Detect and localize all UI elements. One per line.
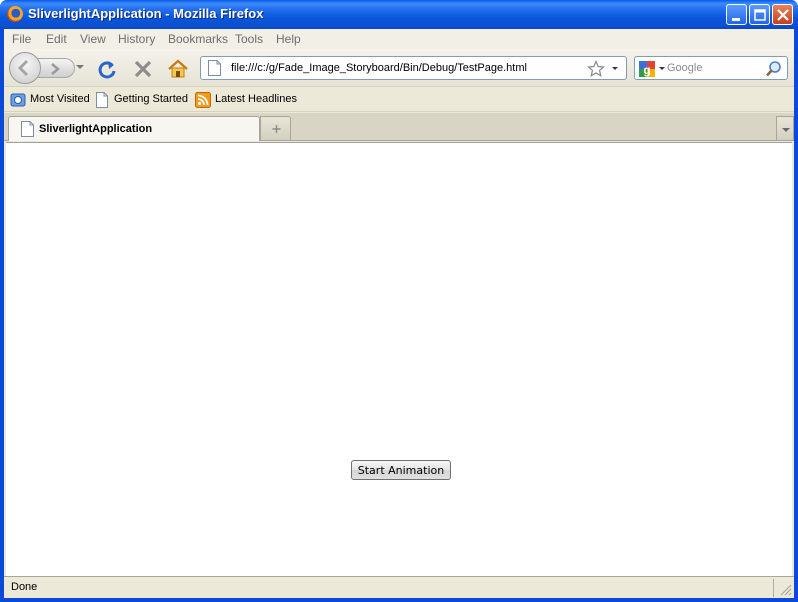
- most-visited-icon: [10, 93, 26, 107]
- menu-bookmarks[interactable]: Bookmarks: [168, 32, 228, 46]
- search-engine-dropdown-icon[interactable]: [659, 67, 665, 70]
- firefox-icon[interactable]: [7, 6, 23, 22]
- close-icon: [777, 9, 789, 21]
- back-forward-group: [9, 52, 87, 84]
- tab-list-button[interactable]: [776, 116, 794, 140]
- history-dropdown-icon[interactable]: [76, 65, 84, 69]
- browser-window: SliverlightApplication - Mozilla Firefox…: [0, 0, 798, 602]
- address-bar[interactable]: file:///c:/g/Fade_Image_Storyboard/Bin/D…: [200, 56, 627, 80]
- bookmark-label: Latest Headlines: [215, 93, 297, 105]
- page-icon: [96, 92, 108, 108]
- browser-client-area: File Edit View History Bookmarks Tools H…: [4, 29, 794, 598]
- menu-bar: File Edit View History Bookmarks Tools H…: [4, 29, 794, 49]
- stop-button[interactable]: [132, 58, 154, 80]
- tab-active[interactable]: SliverlightApplication: [8, 116, 260, 141]
- close-button[interactable]: [772, 4, 793, 25]
- reload-icon: [98, 61, 116, 79]
- tab-strip: SliverlightApplication: [4, 113, 794, 141]
- menu-tools[interactable]: Tools: [235, 32, 263, 46]
- search-input[interactable]: [667, 59, 763, 77]
- menu-history[interactable]: History: [118, 32, 155, 46]
- svg-text:g: g: [643, 63, 650, 77]
- tab-label: SliverlightApplication: [39, 123, 153, 135]
- menu-view[interactable]: View: [80, 32, 106, 46]
- home-icon: [168, 59, 188, 78]
- google-icon[interactable]: g: [638, 60, 656, 78]
- magnifier-icon[interactable]: [765, 60, 783, 78]
- minimize-button[interactable]: [726, 4, 747, 25]
- stop-icon: [134, 60, 152, 78]
- navigation-toolbar: file:///c:/g/Fade_Image_Storyboard/Bin/D…: [4, 49, 794, 87]
- status-bar: Done: [4, 576, 794, 598]
- url-text[interactable]: file:///c:/g/Fade_Image_Storyboard/Bin/D…: [231, 62, 527, 74]
- bookmark-label: Most Visited: [30, 93, 90, 105]
- title-bar[interactable]: SliverlightApplication - Mozilla Firefox: [0, 0, 798, 29]
- url-history-dropdown-icon[interactable]: [612, 67, 618, 70]
- search-bar: g: [634, 56, 788, 80]
- window-title: SliverlightApplication - Mozilla Firefox: [28, 6, 264, 21]
- forward-button[interactable]: [35, 58, 75, 78]
- page-icon: [21, 121, 34, 137]
- status-text: Done: [11, 581, 38, 593]
- rss-feed-icon: [195, 92, 211, 108]
- bookmarks-toolbar: Most Visited Getting Started Latest Head…: [4, 88, 794, 112]
- forward-icon: [51, 63, 60, 75]
- minimize-icon: [732, 18, 740, 21]
- reload-button[interactable]: [96, 58, 118, 80]
- new-tab-button[interactable]: [260, 116, 291, 140]
- menu-edit[interactable]: Edit: [46, 32, 67, 46]
- resize-grip-icon[interactable]: [778, 582, 792, 596]
- back-button[interactable]: [9, 52, 41, 84]
- bookmark-label: Getting Started: [114, 93, 188, 105]
- menu-file[interactable]: File: [12, 32, 31, 46]
- page-content: Start Animation: [6, 142, 792, 576]
- chevron-down-icon: [782, 128, 790, 132]
- menu-help[interactable]: Help: [276, 32, 301, 46]
- status-divider: [773, 579, 774, 597]
- maximize-icon: [754, 9, 766, 21]
- page-icon: [208, 60, 221, 76]
- home-button[interactable]: [167, 58, 189, 80]
- back-icon: [17, 59, 29, 77]
- bookmark-star-icon[interactable]: [587, 60, 605, 78]
- start-animation-button[interactable]: Start Animation: [351, 460, 451, 480]
- plus-icon: [272, 125, 281, 133]
- maximize-button[interactable]: [749, 4, 770, 25]
